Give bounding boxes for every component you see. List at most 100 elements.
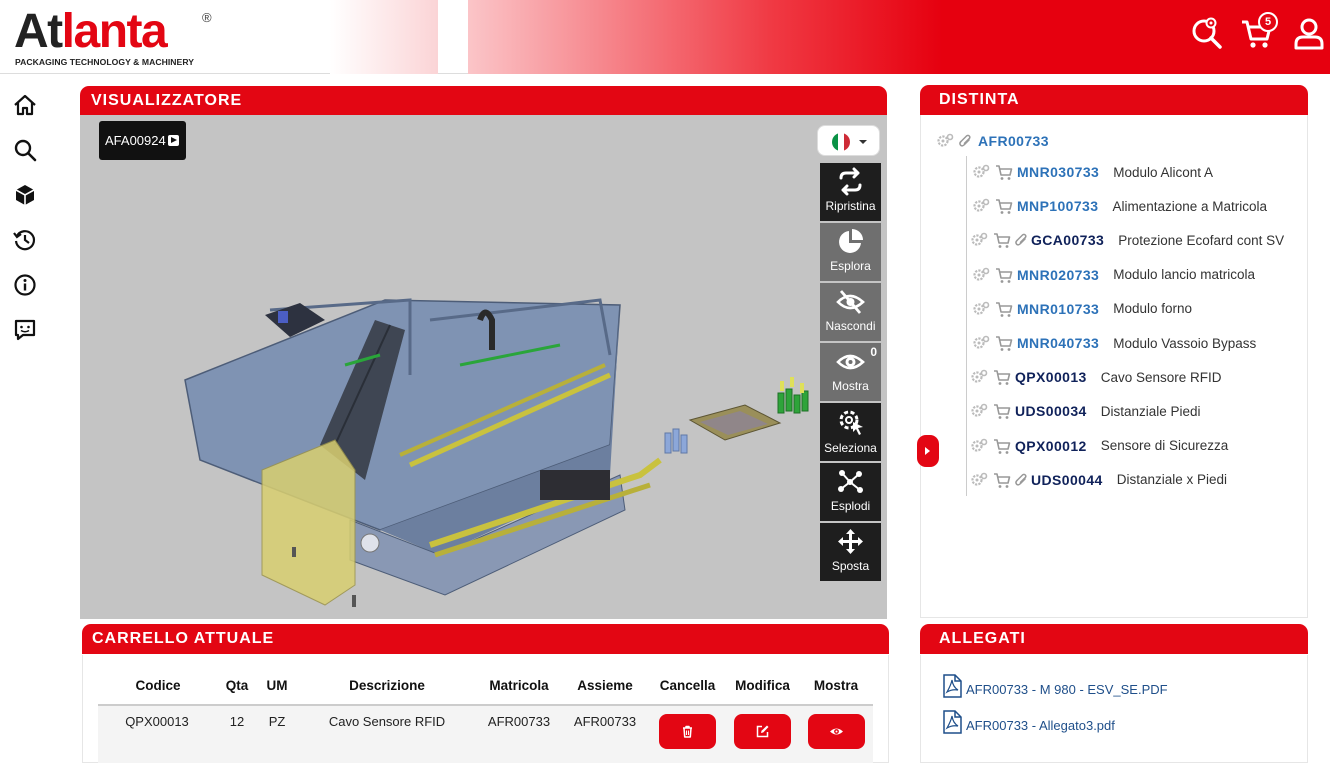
language-select[interactable] [817,125,880,156]
tree-item-desc: Modulo Vassoio Bypass [1113,335,1257,351]
expand-panel-button[interactable] [917,435,939,467]
add-to-cart-icon[interactable] [995,300,1013,318]
tree-item[interactable]: GCA00733 Protezione Ecofard cont SV [970,228,1284,252]
tree-item-code[interactable]: MNR040733 [1017,335,1099,351]
cell-assieme: AFR00733 [573,714,637,729]
add-to-cart-icon[interactable] [995,163,1013,181]
mostra-count: 0 [870,345,877,359]
tree-item-code[interactable]: UDS00034 [1015,403,1087,419]
gears-icon[interactable] [970,471,988,489]
cell-matricola: AFR00733 [487,714,551,729]
tree-item-code[interactable]: MNR010733 [1017,301,1099,317]
info-icon[interactable] [12,272,38,298]
col-qta: Qta [225,678,249,693]
col-mostra: Mostra [813,678,859,693]
add-to-cart-icon[interactable] [995,266,1013,284]
feedback-icon[interactable] [12,317,38,343]
tree-item[interactable]: QPX00012 Sensore di Sicurezza [970,434,1228,458]
tree-item[interactable]: MNP100733 Alimentazione a Matricola [972,194,1267,218]
tree-item-code[interactable]: UDS00044 [1031,472,1103,488]
box-icon[interactable] [12,182,38,208]
gears-icon[interactable] [972,300,990,318]
model-code-tag[interactable]: AFA00924 [99,121,186,160]
cell-um: PZ [268,714,286,729]
tree-item-desc: Modulo Alicont A [1113,164,1214,180]
machine-3d-model[interactable] [80,115,887,619]
add-to-cart-icon[interactable] [995,197,1013,215]
gears-icon[interactable] [972,266,990,284]
tree-item-code[interactable]: MNR030733 [1017,164,1099,180]
tree-item-desc: Sensore di Sicurezza [1100,438,1229,454]
tool-esplora[interactable]: Esplora [820,223,881,281]
cart-count-badge: 5 [1258,12,1278,32]
add-to-cart-icon[interactable] [993,402,1011,420]
trash-icon [683,725,692,738]
attachment-link[interactable]: AFR00733 - M 980 - ESV_SE.PDF [942,674,1168,698]
tree-item[interactable]: QPX00013 Cavo Sensore RFID [970,365,1222,389]
col-matricola: Matricola [489,678,549,693]
tree-item-code[interactable]: QPX00013 [1015,369,1087,385]
pie-icon [839,229,863,253]
add-to-cart-icon[interactable] [993,231,1011,249]
gears-icon[interactable] [936,132,954,150]
tree-item-desc: Modulo lancio matricola [1113,267,1256,283]
pdf-icon [943,674,962,698]
tool-sposta[interactable]: Sposta [820,523,881,581]
user-icon[interactable] [1292,16,1326,50]
add-to-cart-icon[interactable] [993,437,1011,455]
gears-icon[interactable] [970,402,988,420]
tool-seleziona[interactable]: Seleziona [820,403,881,461]
edit-button[interactable] [734,714,791,749]
tree-item-code[interactable]: MNP100733 [1017,198,1098,214]
tree-item[interactable]: MNR010733 Modulo forno [972,297,1192,321]
tool-mostra[interactable]: 0 Mostra [820,343,881,401]
search-icon[interactable] [12,137,38,163]
tree-item-code[interactable]: QPX00012 [1015,438,1087,454]
col-cancella: Cancella [659,678,716,693]
attachments-panel [920,655,1308,763]
gears-icon[interactable] [972,334,990,352]
top-header: Atlanta ® PACKAGING TECHNOLOGY & MACHINE… [0,0,1330,74]
tree-item[interactable]: UDS00034 Distanziale Piedi [970,399,1201,423]
eye-icon [836,354,865,370]
cell-codice: QPX00013 [125,714,189,729]
add-to-cart-icon[interactable] [995,334,1013,352]
add-to-cart-icon[interactable] [993,368,1011,386]
attachment-link[interactable]: AFR00733 - Allegato3.pdf [942,710,1115,734]
col-codice: Codice [135,678,181,693]
history-icon[interactable] [12,227,38,253]
gears-icon[interactable] [970,437,988,455]
tool-esplodi[interactable]: Esplodi [820,463,881,521]
3d-viewer[interactable]: AFA00924 Ripristina Esplora Nascondi 0 M… [80,115,887,619]
tree-item-desc: Protezione Ecofard cont SV [1118,232,1285,248]
tree-item-code[interactable]: GCA00733 [1031,232,1104,248]
left-sidebar [0,74,52,763]
pdf-icon [943,710,962,734]
tree-item-code[interactable]: MNR020733 [1017,267,1099,283]
tree-root-code[interactable]: AFR00733 [978,133,1049,149]
reset-icon [839,167,862,196]
gears-icon[interactable] [972,163,990,181]
tool-ripristina[interactable]: Ripristina [820,163,881,221]
paperclip-icon [959,134,971,147]
home-icon[interactable] [12,92,38,118]
gears-icon[interactable] [972,197,990,215]
delete-button[interactable] [659,714,716,749]
search-settings-icon[interactable] [1190,16,1224,50]
tree-item[interactable]: MNR030733 Modulo Alicont A [972,160,1213,184]
tree-item[interactable]: UDS00044 Distanziale x Piedi [970,468,1227,492]
tree-root[interactable]: AFR00733 [936,130,1063,152]
tree-item[interactable]: MNR020733 Modulo lancio matricola [972,263,1255,287]
gears-icon[interactable] [970,231,988,249]
atlanta-logo[interactable]: Atlanta ® PACKAGING TECHNOLOGY & MACHINE… [14,6,244,70]
tool-nascondi[interactable]: Nascondi [820,283,881,341]
play-icon [167,135,179,146]
add-to-cart-icon[interactable] [993,471,1011,489]
show-button[interactable] [808,714,865,749]
gears-icon[interactable] [970,368,988,386]
tree-item[interactable]: MNR040733 Modulo Vassoio Bypass [972,331,1256,355]
cart-title: CARRELLO ATTUALE [82,624,889,654]
eye-icon [830,728,843,735]
move-icon [838,529,863,554]
col-modifica: Modifica [735,678,790,693]
